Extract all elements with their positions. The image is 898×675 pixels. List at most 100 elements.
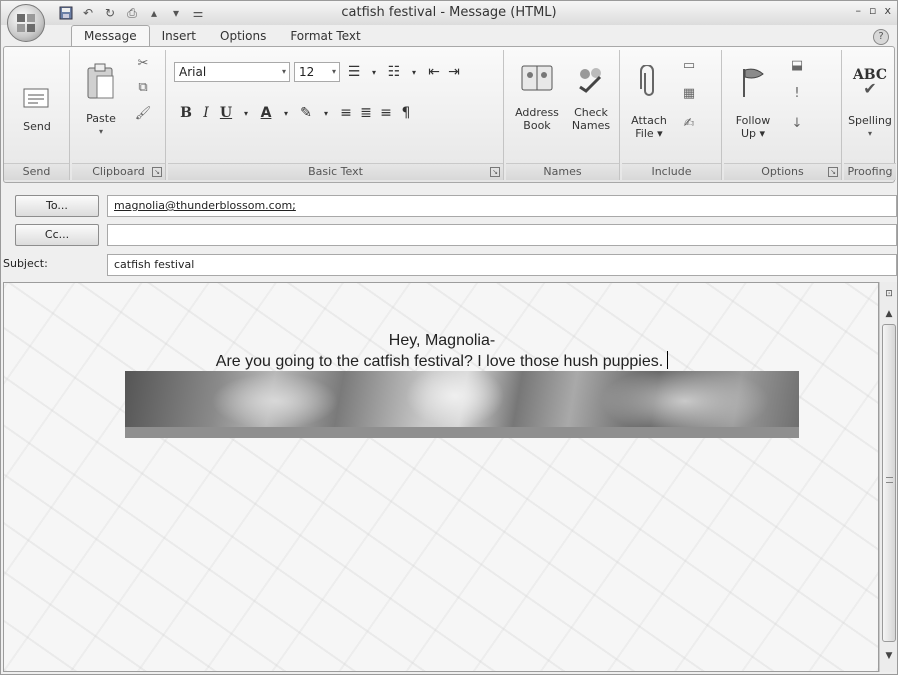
- cc-button[interactable]: Cc...: [15, 224, 99, 246]
- chevron-down-icon[interactable]: ▾: [404, 68, 424, 77]
- calendar-icon[interactable]: ▦: [680, 84, 698, 102]
- tab-insert[interactable]: Insert: [150, 26, 208, 47]
- numbering-icon[interactable]: ☷: [384, 64, 404, 80]
- body-line-question-text: Are you going to the catfish festival? I…: [215, 353, 664, 370]
- tab-message[interactable]: Message: [71, 25, 150, 47]
- banner-divider: [125, 427, 799, 438]
- paste-button[interactable]: Paste ▾: [76, 56, 126, 138]
- group-label-send: Send: [4, 163, 69, 180]
- vertical-scrollbar[interactable]: ⊡ ▲ ▼: [879, 282, 897, 672]
- align-center-icon[interactable]: ≣: [356, 105, 376, 121]
- minimize-button[interactable]: –: [856, 4, 862, 17]
- follow-up-label-2: Up ▾: [740, 127, 766, 140]
- scroll-down-icon[interactable]: ▼: [881, 648, 897, 664]
- clipboard-group-label: Clipboard: [92, 165, 145, 178]
- spelling-icon: ABC ✔: [852, 54, 888, 110]
- send-label: Send: [23, 120, 51, 133]
- scroll-up-icon[interactable]: ▲: [881, 306, 897, 322]
- subject-label: Subject:: [3, 257, 48, 270]
- highlight-icon[interactable]: ✎: [296, 105, 316, 121]
- office-button[interactable]: [7, 4, 45, 42]
- group-basic-text: Arial ▾ 12 ▾ ☰▾ ☷▾ ⇤ ⇥ B I U ▾ A ▾ ✎ ▾: [168, 50, 504, 180]
- align-right-icon[interactable]: ≡: [376, 105, 396, 121]
- cc-field[interactable]: [107, 224, 897, 246]
- send-button[interactable]: Send: [12, 80, 62, 133]
- check-names-label-1: Check: [574, 106, 608, 119]
- body-line-question: Are you going to the catfish festival? I…: [4, 351, 878, 371]
- basic-text-launcher-icon[interactable]: ↘: [490, 167, 500, 177]
- low-importance-icon[interactable]: ↓: [788, 114, 806, 132]
- chevron-down-icon: ▾: [331, 67, 336, 76]
- copy-icon[interactable]: ⧉: [134, 78, 152, 96]
- bold-button[interactable]: B: [176, 105, 196, 121]
- help-icon[interactable]: ?: [873, 29, 889, 45]
- chevron-down-icon[interactable]: ▾: [276, 109, 296, 118]
- italic-button[interactable]: I: [196, 105, 216, 121]
- scrollbar-thumb[interactable]: [882, 324, 896, 642]
- font-size-combo[interactable]: 12 ▾: [294, 62, 340, 82]
- bullets-icon[interactable]: ☰: [344, 64, 364, 80]
- ruler-toggle-icon[interactable]: ⊡: [881, 286, 897, 302]
- styles-icon[interactable]: ¶: [396, 105, 416, 121]
- check-names-button[interactable]: Check Names: [564, 54, 618, 132]
- increase-indent-icon[interactable]: ⇥: [444, 64, 464, 80]
- paste-dropdown-icon[interactable]: ▾: [76, 125, 126, 138]
- align-left-icon[interactable]: ≡: [336, 105, 356, 121]
- options-group-label: Options: [761, 165, 804, 178]
- options-launcher-icon[interactable]: ↘: [828, 167, 838, 177]
- follow-up-button[interactable]: Follow Up ▾: [728, 54, 778, 140]
- decrease-indent-icon[interactable]: ⇤: [424, 64, 444, 80]
- to-recipient[interactable]: magnolia@thunderblossom.com;: [114, 199, 296, 212]
- attach-label-2: File ▾: [635, 127, 663, 140]
- to-field[interactable]: magnolia@thunderblossom.com;: [107, 195, 897, 217]
- address-book-button[interactable]: Address Book: [510, 54, 564, 132]
- font-name-combo[interactable]: Arial ▾: [174, 62, 290, 82]
- basic-text-group-label: Basic Text: [308, 165, 363, 178]
- address-book-icon: [519, 54, 555, 102]
- flag-icon: [735, 54, 771, 110]
- cut-icon[interactable]: ✂: [134, 54, 152, 72]
- font-size-value: 12: [299, 65, 315, 79]
- address-book-label-2: Book: [523, 119, 551, 132]
- group-label-basic-text: Basic Text: [168, 163, 503, 180]
- spelling-button[interactable]: ABC ✔ Spelling ▾: [844, 54, 896, 140]
- subject-row: Subject: catfish festival: [1, 254, 897, 276]
- subject-field[interactable]: catfish festival: [107, 254, 897, 276]
- paperclip-icon: [631, 54, 667, 110]
- permission-icon[interactable]: ⬓: [788, 56, 806, 74]
- underline-button[interactable]: U: [216, 105, 236, 121]
- attach-file-button[interactable]: Attach File ▾: [626, 54, 672, 140]
- chevron-down-icon[interactable]: ▾: [236, 109, 256, 118]
- format-painter-icon[interactable]: 🖌: [134, 104, 152, 122]
- to-row: To... magnolia@thunderblossom.com;: [1, 195, 897, 217]
- high-importance-icon[interactable]: !: [788, 84, 806, 102]
- tab-format-text[interactable]: Format Text: [278, 26, 372, 47]
- to-button[interactable]: To...: [15, 195, 99, 217]
- text-caret: [667, 351, 669, 369]
- close-button[interactable]: x: [884, 4, 891, 17]
- group-options: Follow Up ▾ ⬓ ! ↓ Options ↘: [724, 50, 842, 180]
- cc-row: Cc...: [1, 224, 897, 246]
- list-controls: ☰ ▾ ☷ ▾ ⇤ ⇥: [344, 61, 464, 83]
- character-format-controls: B I U ▾ A ▾ ✎ ▾ ≡ ≣ ≡ ¶: [176, 102, 416, 124]
- message-body[interactable]: Hey, Magnolia- Are you going to the catf…: [3, 282, 879, 672]
- group-label-include: Include: [622, 163, 721, 180]
- send-icon: [19, 80, 55, 116]
- group-include: Attach File ▾ ▭ ▦ ✍ Include: [622, 50, 722, 180]
- signature-icon[interactable]: ✍: [680, 114, 698, 132]
- address-book-label-1: Address: [515, 106, 559, 119]
- font-name-value: Arial: [179, 65, 207, 79]
- group-clipboard: Paste ▾ ✂ ⧉ 🖌 Clipboard ↘: [72, 50, 166, 180]
- window-controls: – ▫ x: [856, 4, 891, 17]
- chevron-down-icon[interactable]: ▾: [316, 109, 336, 118]
- chevron-down-icon[interactable]: ▾: [364, 68, 384, 77]
- business-card-icon[interactable]: ▭: [680, 56, 698, 74]
- tab-options[interactable]: Options: [208, 26, 278, 47]
- clipboard-launcher-icon[interactable]: ↘: [152, 167, 162, 177]
- font-color-button[interactable]: A: [256, 105, 276, 121]
- chevron-down-icon[interactable]: ▾: [844, 127, 896, 140]
- check-names-label-2: Names: [571, 119, 611, 132]
- restore-button[interactable]: ▫: [869, 4, 876, 17]
- paste-icon: [83, 56, 119, 108]
- body-line-greeting: Hey, Magnolia-: [388, 332, 496, 349]
